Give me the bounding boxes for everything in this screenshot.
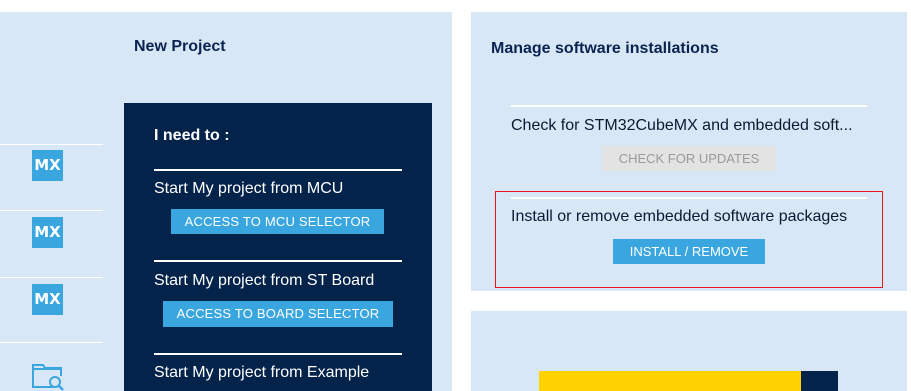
folder-search-icon[interactable] — [31, 361, 65, 391]
divider — [511, 197, 867, 199]
option-label-example: Start My project from Example — [154, 364, 370, 381]
option-label-mcu: Start My project from MCU — [154, 180, 344, 197]
mx-icon[interactable]: MX — [32, 284, 63, 315]
divider — [0, 277, 103, 278]
divider — [0, 210, 103, 211]
check-updates-label: Check for STM32CubeMX and embedded soft.… — [511, 117, 853, 134]
access-board-selector-button[interactable]: ACCESS TO BOARD SELECTOR — [163, 301, 393, 327]
banner-yellow — [539, 371, 801, 391]
divider — [511, 105, 867, 107]
check-for-updates-button[interactable]: CHECK FOR UPDATES — [602, 146, 776, 171]
banner-navy — [801, 371, 838, 391]
new-project-options: I need to : Start My project from MCU AC… — [124, 103, 432, 391]
mx-icon[interactable]: MX — [32, 150, 63, 181]
divider — [0, 342, 103, 343]
install-packages-label: Install or remove embedded software pack… — [511, 208, 848, 225]
new-project-title: New Project — [134, 38, 226, 55]
new-project-panel: New Project MX MX MX I need to : Start M… — [0, 12, 452, 391]
divider — [0, 144, 103, 145]
divider — [154, 353, 402, 355]
install-remove-button[interactable]: INSTALL / REMOVE — [613, 239, 765, 264]
lower-right-panel — [471, 311, 907, 391]
manage-software-panel: Manage software installations Check for … — [471, 12, 907, 291]
manage-software-title: Manage software installations — [491, 40, 719, 57]
access-mcu-selector-button[interactable]: ACCESS TO MCU SELECTOR — [171, 209, 384, 234]
divider — [154, 169, 402, 171]
mx-icon[interactable]: MX — [32, 217, 63, 248]
option-label-board: Start My project from ST Board — [154, 272, 375, 289]
divider — [154, 260, 402, 262]
need-to-heading: I need to : — [154, 127, 230, 144]
